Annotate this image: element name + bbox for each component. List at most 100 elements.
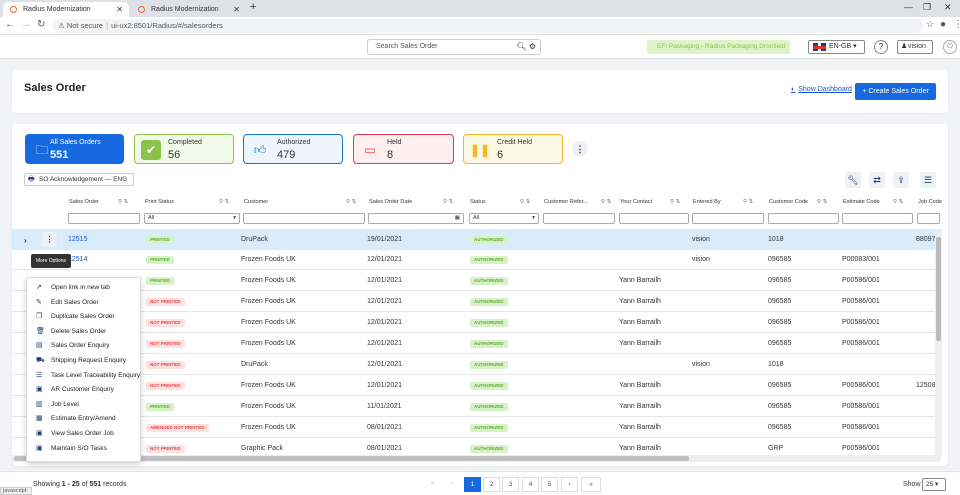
column-header[interactable]: Customer Code — [769, 199, 808, 205]
pin-sort-icon[interactable]: ⚲ ⇅ — [893, 199, 903, 205]
menu-item[interactable]: ▦ Estimate Entry/Amend — [27, 413, 142, 425]
menu-item[interactable]: ▣ AR Customer Enquiry — [27, 384, 142, 396]
menu-item[interactable]: ▤ Sales Order Enquiry — [27, 340, 142, 352]
browser-menu-icon[interactable]: ⋮ — [953, 19, 960, 30]
pin-sort-icon[interactable]: ⚲ ⇅ — [817, 199, 827, 205]
close-tab-icon[interactable]: ✕ — [233, 2, 240, 17]
logout-icon[interactable]: ⏻ — [943, 40, 957, 54]
search-sales-order-input[interactable]: Search Sales Order 🔍︎ ⚙ — [367, 39, 541, 55]
pin-sort-icon[interactable]: ⚲ ⇅ — [443, 199, 453, 205]
table-row[interactable]: PRINTED Frozen Foods UK 11/01/2021 AUTHORIZ… — [12, 396, 936, 417]
column-header[interactable]: Sales Order Date — [369, 199, 412, 205]
stat-held[interactable]: ▭ Held 8 — [353, 134, 454, 164]
filter-estimate-code[interactable] — [842, 213, 913, 224]
horizontal-scrollbar[interactable] — [12, 455, 940, 462]
last-page-icon[interactable]: » — [581, 477, 601, 492]
column-header[interactable]: Entered By — [693, 199, 721, 205]
pin-sort-icon[interactable]: ⚲ ⇅ — [219, 199, 229, 205]
new-tab-button[interactable]: + — [250, 1, 256, 13]
so-acknowledgement-button[interactable]: 🖶 SO Acknowledgement — ENG — [24, 173, 134, 186]
refresh-icon[interactable]: ⇄ — [869, 172, 885, 188]
column-header[interactable]: Status — [470, 199, 486, 205]
table-row[interactable]: › ⋮ 12515 PRINTED DruPack 19/01/2021 AUTHORIZE… — [12, 229, 936, 250]
pin-sort-icon[interactable]: ⚲ ⇅ — [346, 199, 356, 205]
table-row[interactable]: 12513PRINTEDFrozen Foods UK12/01/2021AUT… — [12, 270, 936, 291]
forward-icon[interactable]: → — [21, 19, 31, 30]
column-header[interactable]: Print Status — [145, 199, 174, 205]
column-header[interactable]: Sales Order — [69, 199, 99, 205]
menu-item[interactable]: 🗑︎ Delete Sales Order — [27, 326, 142, 338]
column-header[interactable]: Job Code — [918, 199, 942, 205]
filter-contact[interactable] — [619, 213, 689, 224]
create-sales-order-button[interactable]: + Create Sales Order — [855, 83, 936, 100]
column-header[interactable]: Customer Refer... — [544, 199, 588, 205]
pin-sort-icon[interactable]: ⚲ ⇅ — [520, 199, 530, 205]
filter-entered-by[interactable] — [692, 213, 764, 224]
menu-item[interactable]: ✎ Edit Sales Order — [27, 297, 142, 309]
help-button[interactable]: ? — [874, 40, 888, 54]
first-page-icon[interactable]: « — [424, 477, 441, 492]
language-selector[interactable]: EN-GB ▾ — [808, 40, 865, 54]
column-settings-icon[interactable]: ☰ — [920, 172, 936, 188]
profile-icon[interactable]: ● — [940, 19, 946, 30]
expand-row-icon[interactable]: › — [24, 236, 27, 245]
row-more-options-button[interactable]: ⋮ — [42, 232, 57, 247]
column-header[interactable]: Your Contact — [620, 199, 652, 205]
page-button[interactable]: 2 — [483, 477, 500, 492]
filter-customer[interactable] — [243, 213, 365, 224]
maximize-icon[interactable]: ❐ — [923, 2, 931, 13]
scroll-thumb[interactable] — [936, 237, 941, 341]
menu-item[interactable]: ▣ Maintain S/O Tasks — [27, 443, 142, 455]
url-field[interactable]: ⚠ Not secure | ui-ux2:8501/Radius/#/saleso… — [53, 19, 923, 33]
column-header[interactable]: Customer — [244, 199, 268, 205]
filter-sales-order[interactable] — [68, 213, 140, 224]
table-row[interactable]: NOT PRINTED Frozen Foods UK 12/01/2021 AUTH… — [12, 333, 936, 354]
stat-completed[interactable]: ✔ Completed 56 — [134, 134, 234, 164]
pin-sort-icon[interactable]: ⚲ ⇅ — [670, 199, 680, 205]
stat-credit-held[interactable]: ❚❚ Credit Held 6 — [463, 134, 563, 164]
company-selector[interactable]: EFI Packaging - Radius Packaging Dronfie… — [647, 40, 790, 54]
search-icon[interactable]: 🔍︎ ⚙ — [516, 40, 536, 54]
wrench-icon[interactable]: 🔧︎ — [845, 172, 861, 188]
back-icon[interactable]: ← — [5, 19, 15, 30]
menu-item[interactable]: ⛟ Shipping Request Enquiry — [27, 355, 142, 367]
close-window-icon[interactable]: ✕ — [944, 2, 952, 13]
filter-status[interactable]: All ▾ — [469, 213, 539, 224]
reload-icon[interactable]: ↻ — [37, 19, 45, 30]
stat-authorized[interactable]: 👍︎ Authorized 479 — [243, 134, 343, 164]
pin-sort-icon[interactable]: ⚲ ⇅ — [601, 199, 611, 205]
table-row[interactable]: NOT PRINTED Frozen Foods UK 12/01/2021 AUTH… — [12, 312, 936, 333]
page-button[interactable]: 1 — [464, 477, 481, 492]
table-row[interactable]: NOT PRINTED Frozen Foods UK 12/01/2021 AUTH… — [12, 291, 936, 312]
filter-print-status[interactable]: All ▾ — [144, 213, 240, 224]
page-button[interactable]: 5 — [541, 477, 558, 492]
user-button[interactable]: ♟ vision — [897, 40, 933, 54]
pin-sort-icon[interactable]: ⚲ ⇅ — [743, 199, 753, 205]
vertical-scrollbar[interactable] — [935, 229, 942, 457]
export-icon[interactable]: ⇪ — [893, 172, 909, 188]
browser-tab[interactable]: Radius Modernization ✕ — [131, 2, 246, 17]
next-page-icon[interactable]: › — [561, 477, 578, 492]
menu-item[interactable]: ▣ View Sales Order Job — [27, 428, 142, 440]
prev-page-icon[interactable]: ‹ — [444, 477, 461, 492]
page-button[interactable]: 4 — [522, 477, 539, 492]
menu-item[interactable]: ▥ Job Level — [27, 399, 142, 411]
calendar-icon[interactable]: ▦ — [455, 214, 460, 223]
more-stats-button[interactable]: ⋮ — [572, 141, 588, 157]
table-row[interactable]: NOT PRINTED Frozen Foods UK 12/01/2021 AUTH… — [12, 375, 936, 396]
close-tab-icon[interactable]: ✕ — [116, 2, 123, 17]
page-size-select[interactable]: 25 ▾ — [922, 478, 946, 491]
menu-item[interactable]: ☰ Task Level Traceability Enquiry — [27, 370, 142, 382]
table-row[interactable]: NOT PRINTED DruPack 12/01/2021 AUTHORIZED vi… — [12, 354, 936, 375]
table-row[interactable]: 12514 PRINTED Frozen Foods UK 12/01/2021 AUT… — [12, 249, 936, 270]
menu-item[interactable]: ❐ Duplicate Sales Order — [27, 311, 142, 323]
filter-customer-ref[interactable] — [543, 213, 615, 224]
bookmark-star-icon[interactable]: ☆ — [926, 19, 934, 30]
menu-item[interactable]: ↗ Open link in new tab — [27, 282, 142, 294]
stat-all-sales-orders[interactable]: 🗀 All Sales Orders 551 — [25, 134, 124, 164]
table-row[interactable]: AMENDED NOT PRINTED Frozen Foods UK 08/01/… — [12, 417, 936, 438]
page-button[interactable]: 3 — [502, 477, 519, 492]
filter-customer-code[interactable] — [768, 213, 839, 224]
sales-order-link[interactable]: 12515 — [68, 236, 87, 243]
filter-date[interactable]: ▦ — [368, 213, 464, 224]
